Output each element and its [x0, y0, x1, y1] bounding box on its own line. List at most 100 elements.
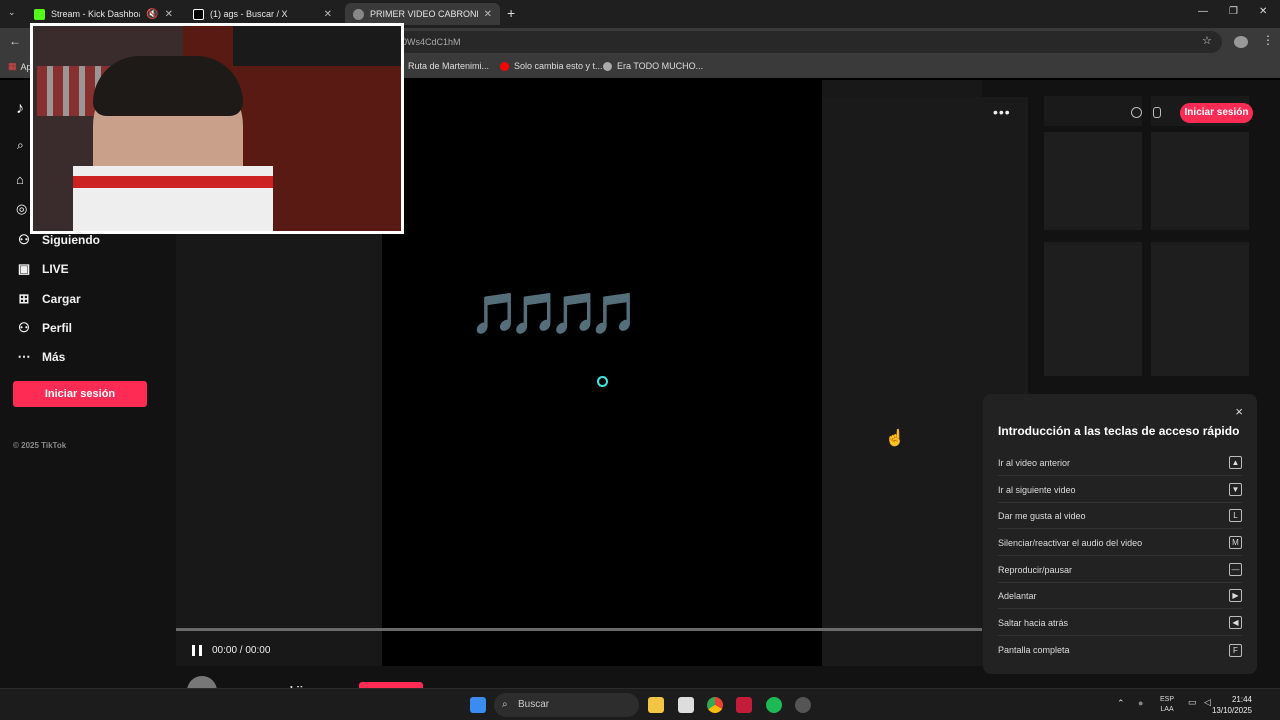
- shortcut-row: Pantalla completa F: [998, 637, 1242, 663]
- address-bar[interactable]: 0Ws4CdC1hM: [392, 31, 1222, 53]
- pause-icon[interactable]: [192, 644, 202, 656]
- language-indicator[interactable]: ESP LAA: [1160, 695, 1174, 715]
- sidebar-item-label: Más: [42, 350, 66, 364]
- shortcut-label: Silenciar/reactivar el audio del video: [998, 537, 1143, 548]
- video-thumbnail[interactable]: [1151, 242, 1249, 376]
- chrome-icon[interactable]: [707, 697, 723, 713]
- music-notes: 🎵🎵🎵🎵: [470, 292, 639, 336]
- tab-tiktok-video[interactable]: PRIMER VIDEO CABRONES lo d ✕: [345, 3, 500, 25]
- close-icon[interactable]: ✕: [165, 9, 173, 20]
- globe-icon: [603, 61, 612, 71]
- file-explorer-icon[interactable]: [648, 697, 664, 713]
- taskbar-search[interactable]: ⌕ Buscar: [494, 693, 639, 717]
- tiktok-logo-icon[interactable]: ♪: [16, 100, 24, 118]
- shortcut-label: Ir al siguiente video: [998, 484, 1076, 495]
- network-icon[interactable]: ▭: [1188, 697, 1197, 708]
- chevron-up-icon[interactable]: ⌃: [1117, 698, 1125, 709]
- mic-icon[interactable]: ●: [1138, 698, 1143, 708]
- mute-icon[interactable]: 🔇: [146, 9, 158, 20]
- url-text: 0Ws4CdC1hM: [402, 37, 461, 47]
- back-icon[interactable]: ←: [9, 34, 21, 48]
- kick-icon: [34, 8, 45, 20]
- bookmark-label: Solo cambia esto y t...: [514, 61, 603, 71]
- sidebar-item-label: Siguiendo: [42, 233, 100, 247]
- loading-spinner-icon: [597, 376, 608, 387]
- bookmark-label: Era TODO MUCHO...: [617, 61, 704, 71]
- search-label: Buscar: [518, 699, 550, 710]
- plus-square-icon: ⊞: [18, 291, 30, 306]
- video-thumbnail[interactable]: [1044, 132, 1142, 230]
- bookmark-solo-cambia[interactable]: Solo cambia esto y t...: [500, 61, 603, 71]
- spotify-icon[interactable]: [766, 697, 782, 713]
- volume-icon[interactable]: ◁: [1204, 697, 1211, 708]
- app-icon[interactable]: [736, 697, 752, 713]
- more-icon: ⋯: [17, 349, 31, 364]
- windows-start-icon[interactable]: [470, 697, 486, 713]
- store-icon[interactable]: [678, 697, 694, 713]
- star-icon[interactable]: ☆: [1202, 34, 1212, 47]
- system-clock[interactable]: 21:44 13/10/2025: [1212, 694, 1252, 716]
- shortcut-row: Saltar hacia atrás ◀: [998, 610, 1242, 636]
- tab-kick-dashboard[interactable]: Stream - Kick Dashboard 🔇 ✕: [26, 3, 181, 25]
- video-area[interactable]: [382, 80, 822, 666]
- shortcut-row: Silenciar/reactivar el audio del video M: [998, 530, 1242, 556]
- close-window-icon[interactable]: ✕: [1259, 6, 1267, 17]
- login-button[interactable]: Iniciar sesión: [13, 381, 147, 407]
- menu-icon[interactable]: ⋮: [1262, 33, 1274, 47]
- home-icon[interactable]: ⌂: [16, 172, 24, 187]
- key-down-icon: ▼: [1229, 483, 1242, 496]
- shortcuts-title: Introducción a las teclas de acceso rápi…: [998, 424, 1240, 438]
- profile-icon[interactable]: [1234, 36, 1248, 48]
- close-icon[interactable]: ✕: [324, 9, 332, 20]
- sidebar-item-label: LIVE: [42, 262, 69, 276]
- header-login-button[interactable]: Iniciar sesión: [1180, 103, 1253, 123]
- close-icon[interactable]: ×: [1235, 404, 1243, 419]
- apps-icon: ▦: [8, 61, 17, 71]
- video-progress-bar[interactable]: [176, 628, 982, 631]
- new-tab-button[interactable]: +: [507, 5, 515, 21]
- sidebar-item-label: Perfil: [42, 321, 73, 335]
- app-icon[interactable]: [795, 697, 811, 713]
- sidebar-item-perfil[interactable]: ⚇ Perfil: [16, 320, 72, 336]
- shortcut-row: Ir al siguiente video ▼: [998, 477, 1242, 503]
- shortcut-row: Ir al video anterior ▲: [998, 450, 1242, 476]
- lang-bottom: LAA: [1160, 706, 1174, 713]
- lang-top: ESP: [1160, 696, 1175, 703]
- tab-search-icon[interactable]: ⌄: [8, 7, 16, 18]
- coin-icon[interactable]: [1131, 107, 1142, 118]
- shortcut-label: Ir al video anterior: [998, 457, 1071, 468]
- tab-x-search[interactable]: (1) ags - Buscar / X ✕: [185, 3, 340, 25]
- webcam-poster: [233, 26, 401, 66]
- copyright: © 2025 TikTok: [13, 441, 67, 450]
- shortcut-label: Adelantar: [998, 590, 1037, 601]
- tab-label: Stream - Kick Dashboard: [51, 9, 140, 19]
- key-space-icon: —: [1229, 563, 1242, 576]
- close-icon[interactable]: ✕: [484, 9, 492, 20]
- video-thumbnail[interactable]: [1044, 242, 1142, 376]
- device-icon[interactable]: [1153, 107, 1161, 118]
- restore-icon[interactable]: ❐: [1229, 6, 1238, 17]
- webcam-hair: [93, 56, 243, 116]
- person-icon: ⚇: [18, 232, 30, 247]
- more-options-icon[interactable]: •••: [993, 104, 1011, 120]
- minimize-icon[interactable]: —: [1198, 6, 1208, 17]
- youtube-icon: [500, 61, 509, 71]
- sidebar-item-mas[interactable]: ⋯ Más: [16, 349, 66, 365]
- player-controls: 00:00 / 00:00: [176, 640, 476, 660]
- key-left-icon: ◀: [1229, 616, 1242, 629]
- video-thumbnail[interactable]: [1044, 96, 1142, 126]
- clock-time: 21:44: [1231, 695, 1252, 704]
- bookmark-apps[interactable]: ▦ Ap: [8, 61, 32, 72]
- key-f-icon: F: [1229, 643, 1242, 657]
- search-icon[interactable]: ⌕: [17, 138, 24, 153]
- bookmark-era-todo[interactable]: Era TODO MUCHO...: [603, 61, 703, 71]
- sidebar-item-live[interactable]: ▣ LIVE: [16, 261, 69, 277]
- video-thumbnail[interactable]: [1151, 132, 1249, 230]
- webcam-overlay: [30, 23, 404, 234]
- webcam-stripe: [73, 176, 273, 188]
- sidebar-item-cargar[interactable]: ⊞ Cargar: [16, 291, 81, 307]
- compass-icon[interactable]: ◎: [16, 201, 27, 217]
- sidebar-item-siguiendo[interactable]: ⚇ Siguiendo: [16, 232, 100, 248]
- shortcut-row: Dar me gusta al video L: [998, 503, 1242, 529]
- bookmark-ruta[interactable]: Ruta de Martenimi...: [400, 61, 489, 71]
